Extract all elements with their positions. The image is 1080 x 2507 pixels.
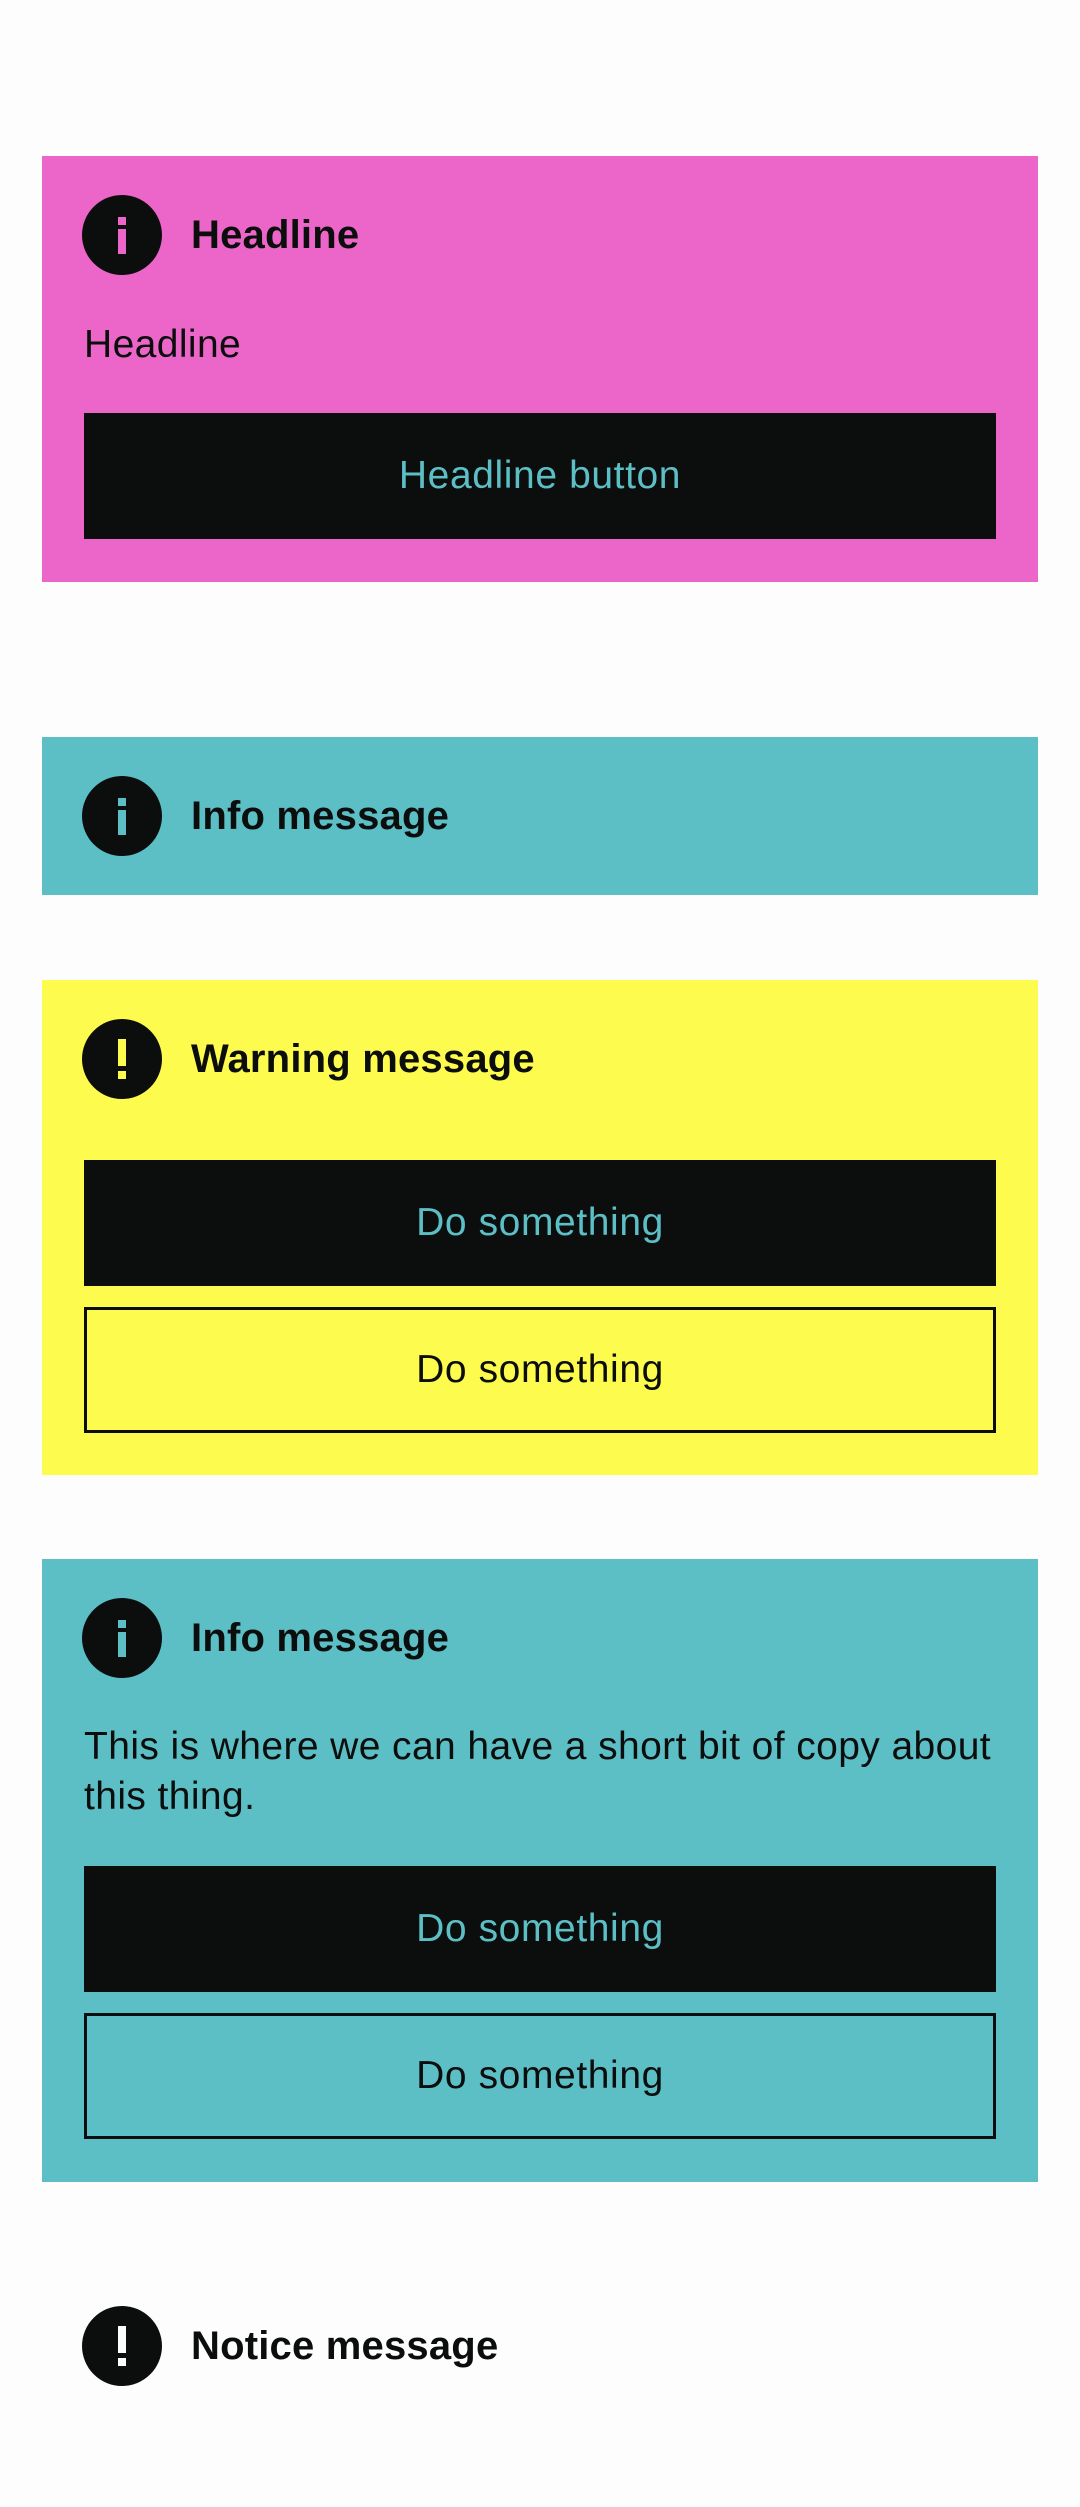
- banner-title: Info message: [191, 1615, 450, 1660]
- banner-title: Warning message: [191, 1036, 535, 1081]
- do-something-primary-button[interactable]: Do something: [84, 1866, 996, 1992]
- banner-header: Notice message: [82, 2306, 498, 2386]
- warning-banner: Warning message Do something Do somethin…: [42, 980, 1038, 1475]
- headline-button[interactable]: Headline button: [84, 413, 996, 539]
- banner-header: Info message: [82, 1598, 449, 1678]
- exclamation-icon: [82, 1019, 162, 1099]
- do-something-secondary-button[interactable]: Do something: [84, 2013, 996, 2139]
- banner-body-text: This is where we can have a short bit of…: [84, 1725, 992, 1818]
- banner-title: Notice message: [191, 2323, 499, 2368]
- banner-header: Info message: [82, 776, 449, 856]
- do-something-secondary-button[interactable]: Do something: [84, 1307, 996, 1433]
- headline-banner: Headline Headline Headline button: [42, 156, 1038, 582]
- info-icon: [82, 776, 162, 856]
- banner-title: Headline: [191, 212, 360, 257]
- info-icon: [82, 1598, 162, 1678]
- banner-header: Warning message: [82, 1019, 535, 1099]
- banner-header: Headline: [82, 195, 359, 275]
- info-banner-simple: Info message: [42, 737, 1038, 895]
- info-banner-full: Info message This is where we can have a…: [42, 1559, 1038, 2182]
- exclamation-icon: [82, 2306, 162, 2386]
- notice-banner: Notice message: [42, 2267, 1038, 2425]
- info-icon: [82, 195, 162, 275]
- banner-title: Info message: [191, 793, 450, 838]
- do-something-primary-button[interactable]: Do something: [84, 1160, 996, 1286]
- banner-body-text: Headline: [84, 323, 242, 366]
